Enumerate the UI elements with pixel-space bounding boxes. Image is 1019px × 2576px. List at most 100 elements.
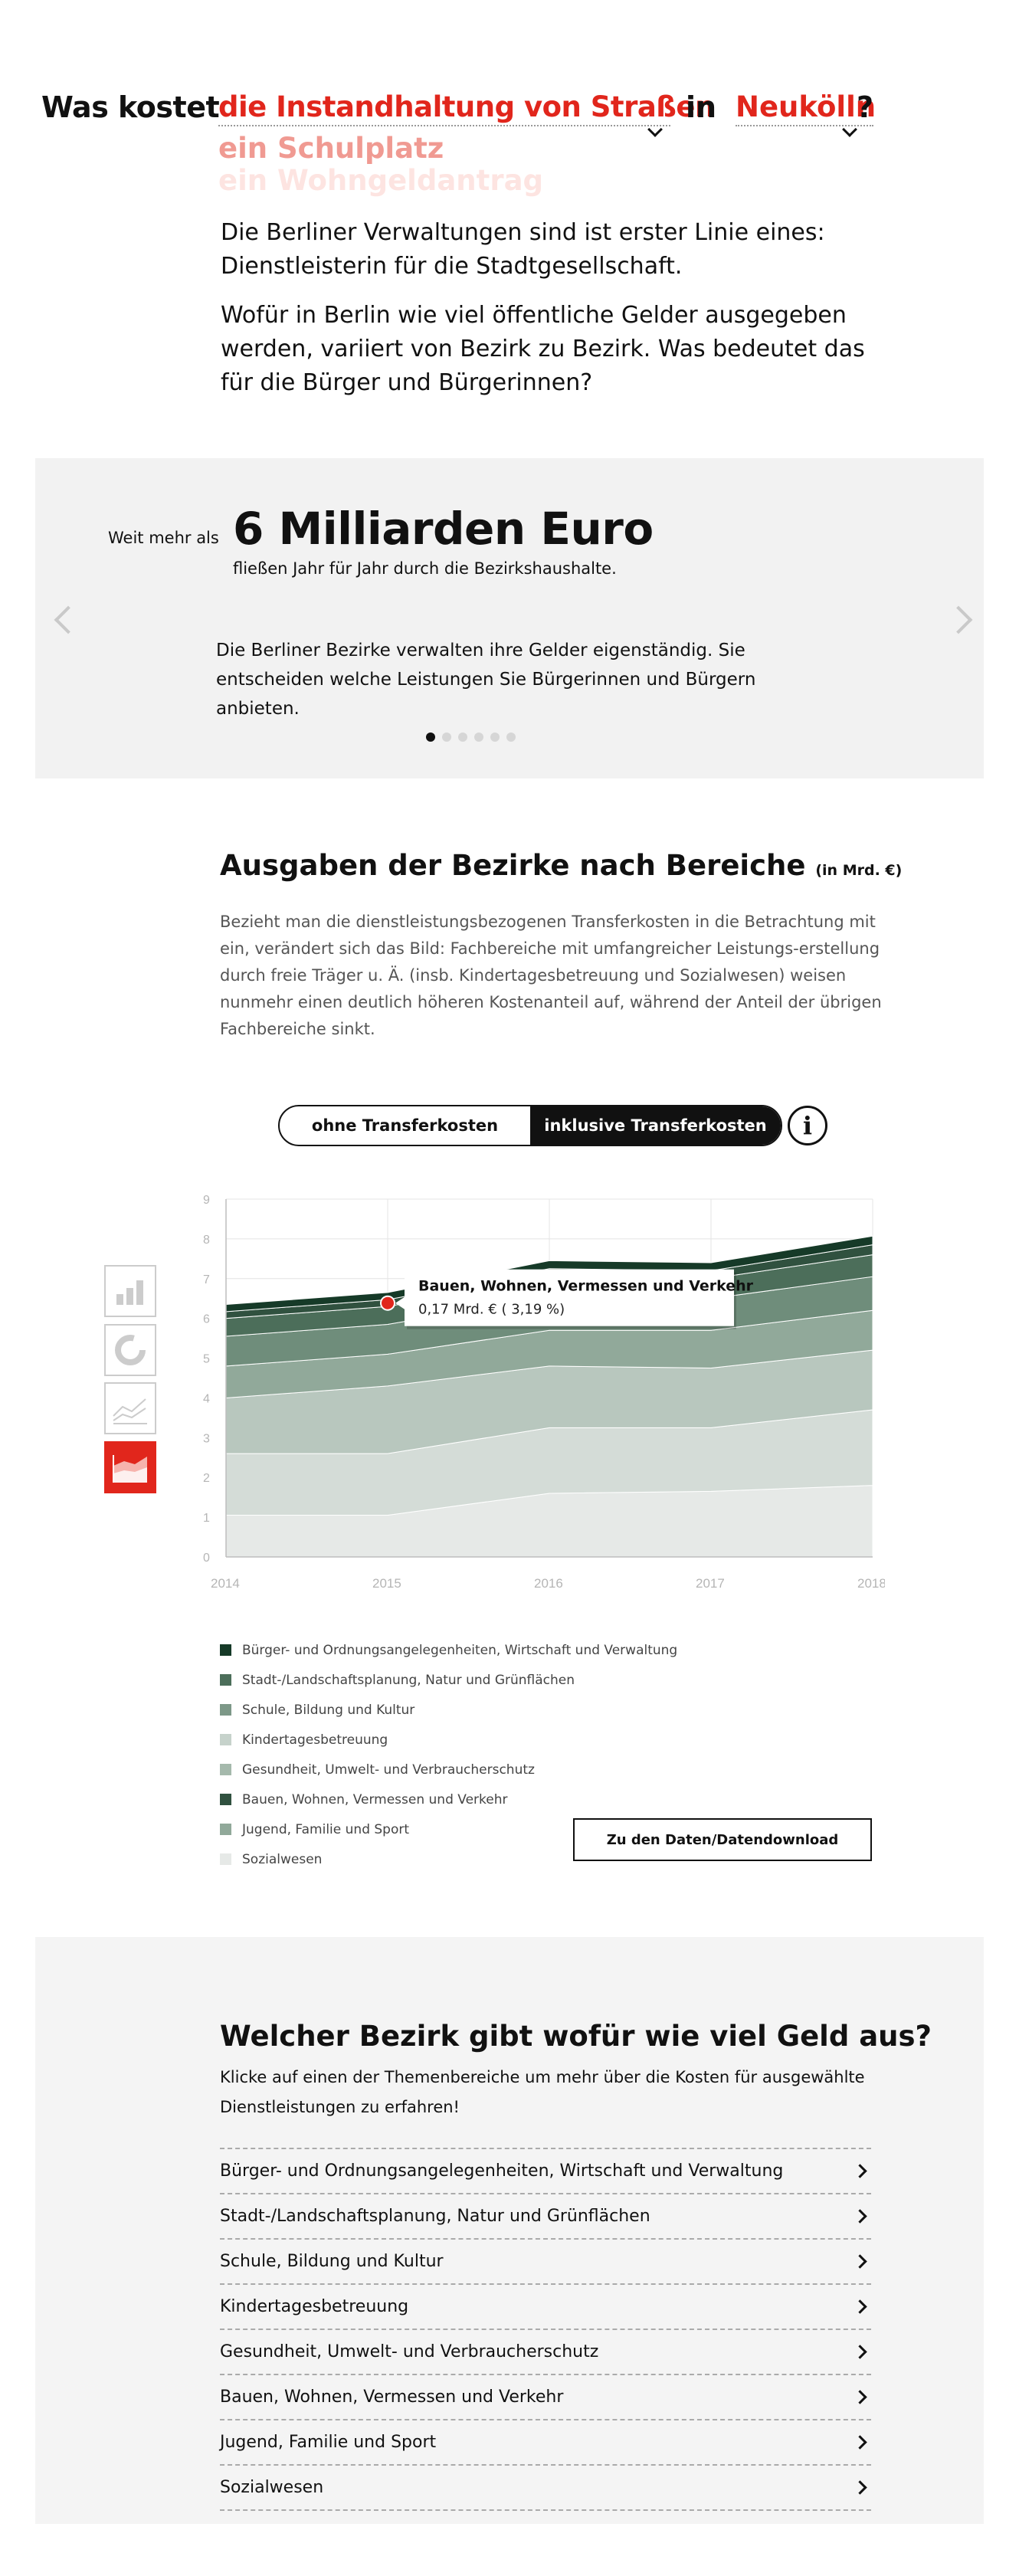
legend-swatch [220,1853,231,1865]
legend-item[interactable]: Bauen, Wohnen, Vermessen und Verkehr [220,1785,677,1814]
topic-list-item[interactable]: Gesundheit, Umwelt- und Verbraucherschut… [220,2330,871,2375]
legend-swatch [220,1794,231,1805]
chevron-right-icon [853,2254,867,2269]
transfer-cost-toggle[interactable]: ohne Transferkosten inklusive Transferko… [278,1105,782,1146]
tooltip-title: Bauen, Wohnen, Vermessen und Verkehr [418,1278,754,1295]
topic-underline [218,123,670,126]
question-mark: ? [857,90,874,124]
y-tick-label: 7 [203,1273,210,1286]
x-tick-label: 2015 [372,1576,401,1591]
question-prefix: Was kostet [41,90,220,124]
topic-list-label: Sozialwesen [220,2478,324,2497]
topic-list-label: Kindertagesbetreuung [220,2297,409,2316]
fact-slider: Weit mehr als 6 Milliarden Euro fließen … [35,458,984,778]
section-description: Bezieht man die dienstleistungsbezogenen… [220,913,882,1038]
legend-swatch [220,1674,231,1686]
legend-swatch [220,1734,231,1745]
y-tick-label: 4 [203,1392,210,1405]
legend-swatch [220,1644,231,1656]
line-chart-icon[interactable] [104,1382,156,1434]
chevron-right-icon [853,2435,867,2450]
slide-dot[interactable] [490,732,500,742]
legend-label: Bürger- und Ordnungsangelegenheiten, Wir… [242,1642,678,1658]
topic-list-label: Schule, Bildung und Kultur [220,2252,444,2271]
info-icon[interactable]: i [788,1106,827,1145]
y-tick-label: 0 [203,1552,210,1565]
y-tick-label: 6 [203,1313,210,1326]
legend-item[interactable]: Schule, Bildung und Kultur [220,1695,677,1725]
y-tick-label: 5 [203,1353,210,1366]
x-tick-label: 2016 [534,1576,563,1591]
area-chart-icon[interactable] [104,1441,156,1493]
slide-prefix: Weit mehr als [108,529,219,547]
district-section-title: Welcher Bezirk gibt wofür wie viel Geld … [220,2020,932,2053]
question-in: in [686,90,717,124]
toggle-without-transfer[interactable]: ohne Transferkosten [280,1106,530,1145]
topic-list-label: Stadt-/Landschaftsplanung, Natur und Grü… [220,2207,650,2226]
district-selected[interactable]: Neukölln [736,90,876,123]
topic-selected[interactable]: die Instandhaltung von Straßen [218,90,715,123]
topic-list-item[interactable]: Bürger- und Ordnungsangelegenheiten, Wir… [220,2149,871,2194]
intro-paragraph: Die Berliner Verwaltungen sind ist erste… [221,219,825,280]
topic-list: Bürger- und Ordnungsangelegenheiten, Wir… [220,2148,871,2511]
legend-label: Jugend, Familie und Sport [242,1821,410,1837]
prev-slide-arrow-icon[interactable] [49,604,83,634]
slide-headline: 6 Milliarden Euro [233,503,654,555]
district-select[interactable]: Neukölln [736,90,876,137]
topic-list-label: Jugend, Familie und Sport [220,2433,437,2452]
bar-chart-icon[interactable] [104,1265,156,1317]
chevron-right-icon [853,2345,867,2359]
chevron-right-icon [853,2164,867,2178]
legend-item[interactable]: Gesundheit, Umwelt- und Verbraucherschut… [220,1755,677,1785]
hero-section: Was kostet die Instandhaltung von Straße… [0,0,1019,452]
y-tick-label: 2 [203,1472,210,1485]
tooltip-value: 0,17 Mrd. € ( 3,19 %) [418,1302,565,1318]
next-slide-arrow-icon[interactable] [944,604,978,634]
legend-item[interactable]: Stadt-/Landschaftsplanung, Natur und Grü… [220,1665,677,1695]
y-tick-label: 1 [203,1512,210,1525]
legend-swatch [220,1824,231,1835]
topic-select[interactable]: die Instandhaltung von Straßen [218,90,715,137]
legend-label: Schule, Bildung und Kultur [242,1702,415,1718]
tooltip-marker [380,1295,395,1311]
x-tick-label: 2018 [857,1576,885,1591]
slide-text: Die Berliner Bezirke verwalten ihre Geld… [216,641,756,719]
topic-list-label: Bürger- und Ordnungsangelegenheiten, Wir… [220,2161,784,2181]
toggle-with-transfer[interactable]: inklusive Transferkosten [530,1106,781,1145]
section-title-unit: (in Mrd. €) [815,862,903,879]
slide-dots [426,732,516,742]
topic-list-item[interactable]: Sozialwesen [220,2466,871,2511]
data-download-button[interactable]: Zu den Daten/Datendownload [573,1818,872,1861]
topic-list-item[interactable]: Stadt-/Landschaftsplanung, Natur und Grü… [220,2194,871,2240]
topic-list-item[interactable]: Bauen, Wohnen, Vermessen und Verkehr [220,2375,871,2420]
chevron-right-icon [853,2480,867,2495]
legend-item[interactable]: Kindertagesbetreuung [220,1725,677,1755]
topic-option[interactable]: ein Schulplatz [218,132,444,165]
donut-chart-icon[interactable] [104,1324,156,1376]
intro-text: Die Berliner Verwaltungen sind ist erste… [221,216,872,400]
slide-dot[interactable] [426,732,435,742]
legend-item[interactable]: Bürger- und Ordnungsangelegenheiten, Wir… [220,1635,677,1665]
y-tick-label: 9 [203,1194,210,1207]
y-tick-label: 3 [203,1432,210,1445]
chevron-right-icon [853,2390,867,2404]
topic-list-item[interactable]: Schule, Bildung und Kultur [220,2240,871,2285]
slide-dot[interactable] [506,732,516,742]
slide-dot[interactable] [474,732,483,742]
slide-dot[interactable] [442,732,451,742]
legend-label: Gesundheit, Umwelt- und Verbraucherschut… [242,1762,535,1778]
legend-label: Bauen, Wohnen, Vermessen und Verkehr [242,1791,508,1807]
chevron-right-icon [853,2209,867,2224]
topic-list-label: Gesundheit, Umwelt- und Verbraucherschut… [220,2342,599,2361]
legend-label: Sozialwesen [242,1851,323,1867]
x-tick-label: 2017 [696,1576,725,1591]
topic-list-label: Bauen, Wohnen, Vermessen und Verkehr [220,2388,564,2407]
district-section-description: Klicke auf einen der Themenbereiche um m… [220,2068,865,2116]
slide-dot[interactable] [458,732,467,742]
legend-label: Kindertagesbetreuung [242,1732,388,1748]
topic-list-item[interactable]: Jugend, Familie und Sport [220,2420,871,2466]
legend-label: Stadt-/Landschaftsplanung, Natur und Grü… [242,1672,575,1688]
topic-option[interactable]: ein Wohngeldantrag [218,164,543,197]
topic-list-item[interactable]: Kindertagesbetreuung [220,2285,871,2330]
slide-subline: fließen Jahr für Jahr durch die Bezirksh… [233,559,617,578]
